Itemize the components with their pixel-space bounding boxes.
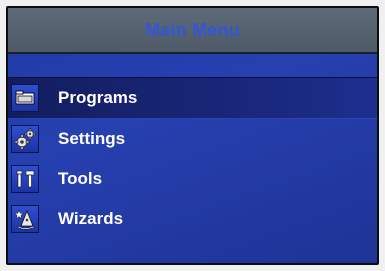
menu-item-label: Wizards [58,209,124,228]
gears-icon [11,125,39,153]
header-bar: Main Menu [8,8,377,54]
device-frame: Main Menu Programs Settings Tools Wizard… [0,0,385,271]
main-menu: Programs Settings Tools Wizards [8,77,377,239]
menu-item-wizards[interactable]: Wizards [8,199,377,239]
menu-item-label: Settings [58,129,126,148]
screen: Main Menu Programs Settings Tools Wizard… [6,6,379,265]
menu-item-settings[interactable]: Settings [8,119,377,159]
wizard-icon [11,205,39,233]
menu-item-programs[interactable]: Programs [8,77,377,119]
tools-icon [11,165,39,193]
menu-item-label: Programs [58,88,138,107]
page-title: Main Menu [145,19,240,40]
folder-icon [11,84,39,112]
menu-item-tools[interactable]: Tools [8,159,377,199]
menu-item-label: Tools [58,169,103,188]
